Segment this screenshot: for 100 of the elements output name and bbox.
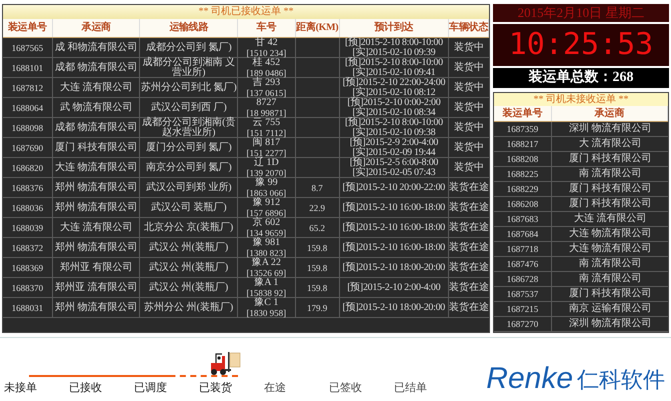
phone-number: [151 2277] bbox=[246, 148, 286, 158]
table-cell: 武汉公司到郑 业所) bbox=[140, 178, 238, 197]
table-cell: 1687215 bbox=[494, 302, 552, 316]
table-cell: 1688372 bbox=[3, 238, 53, 257]
phone-number: [1863 066] bbox=[246, 188, 286, 198]
table-cell: 郑州亚 流有限公司 bbox=[52, 278, 140, 297]
table-cell: 1687690 bbox=[3, 138, 53, 157]
table-cell-text: 装货中 bbox=[453, 100, 486, 114]
table-cell: 郑州 物流有限公司 bbox=[52, 178, 140, 197]
table-cell-text: 装货在途 bbox=[449, 260, 489, 274]
table-cell: 1688225 bbox=[494, 167, 552, 181]
table-cell: 1688217 bbox=[494, 137, 552, 151]
table-cell: 南京分公司到 氮厂) bbox=[140, 158, 238, 177]
table-cell-text: 大 流有限公司 bbox=[578, 137, 642, 151]
planned-arrival: [预]2015-2-10 16:00-18:00 bbox=[342, 202, 445, 212]
phone-number: [18 99871] bbox=[246, 108, 286, 118]
phone-number: [139 2070] bbox=[246, 168, 286, 178]
table-cell: 武汉公 州(装瓶厂) bbox=[140, 258, 238, 277]
column-header: 承运商 bbox=[52, 19, 140, 37]
step-label: 已接收 bbox=[69, 381, 102, 395]
phone-number: [157 6896] bbox=[246, 208, 286, 218]
table-cell: 8.7 bbox=[296, 178, 340, 197]
planned-arrival: [预]2015-2-10 18:00-20:00 bbox=[342, 302, 445, 312]
table-cell-text: 厦门 科技有限公司 bbox=[568, 287, 652, 301]
table-cell-text: 装货在途 bbox=[449, 240, 489, 254]
table-cell-text: 厦门 科技有限公司 bbox=[568, 152, 652, 166]
table-cell-text: 装货在途 bbox=[449, 220, 489, 234]
table-cell-text: 大连 物流有限公司 bbox=[568, 242, 652, 256]
column-header: 运输线路 bbox=[140, 19, 238, 37]
plate-number: 豫 912 bbox=[252, 198, 280, 208]
plate-number: 甘 42 bbox=[255, 38, 278, 48]
forklift-icon bbox=[208, 351, 242, 377]
actual-arrival: [实]2015-02-09 19:44 bbox=[352, 148, 436, 158]
table-cell: 武 物流有限公司 bbox=[52, 98, 140, 117]
table-cell-text: 厦门 科技有限公司 bbox=[568, 197, 652, 211]
date-display: 2015年2月10日 星期二 bbox=[493, 4, 669, 22]
plate-number: 豫 99 bbox=[255, 178, 278, 188]
total-label: 装运单总数： bbox=[528, 68, 612, 87]
column-header: 装运单号 bbox=[3, 19, 53, 37]
digital-clock: 10:25:53 bbox=[493, 24, 669, 66]
step-label: 已签收 bbox=[329, 381, 362, 395]
table-cell-text: 深圳 物流有限公司 bbox=[568, 317, 652, 331]
actual-arrival: [实]2015-02-05 07:43 bbox=[352, 168, 436, 178]
plate-number: 辽 1D bbox=[254, 158, 279, 168]
planned-arrival: [预]2015-2-10 8:00-10:00 bbox=[344, 118, 443, 128]
table-cell-text: 装货中 bbox=[453, 80, 486, 94]
plate-number: 桂 452 bbox=[252, 58, 280, 68]
planned-arrival: [预]2015-2-10 8:00-10:00 bbox=[344, 58, 443, 68]
plate-number: 京 602 bbox=[252, 218, 280, 228]
table-cell-text: 装货在途 bbox=[449, 300, 489, 314]
plate-number: 8727 bbox=[256, 98, 276, 108]
table-cell: 1688369 bbox=[3, 258, 53, 277]
table-cell: 郑州 物流有限公司 bbox=[52, 198, 140, 217]
plate-number: 云 755 bbox=[252, 118, 280, 128]
table-title: ** 司机未接收运单 ** bbox=[494, 93, 668, 106]
table-cell: 1687812 bbox=[3, 78, 53, 97]
table-cell: 1688101 bbox=[3, 58, 53, 77]
table-title: ** 司机已接收运单 ** bbox=[3, 5, 489, 19]
planned-arrival: [预]2015-2-10 16:00-18:00 bbox=[342, 222, 445, 232]
table-cell: 1687270 bbox=[494, 317, 552, 331]
plate-number: 豫 981 bbox=[252, 238, 280, 248]
table-cell: 郑州亚 有限公司 bbox=[52, 258, 140, 277]
table-cell: 成都分公司到 氮厂) bbox=[140, 38, 238, 57]
phone-number: [134 9659] bbox=[246, 228, 286, 238]
table-cell-text: 大连 流有限公司 bbox=[572, 212, 648, 226]
table-cell: 1686728 bbox=[494, 272, 552, 286]
table-cell: 1688098 bbox=[3, 118, 53, 137]
plate-number: 豫A 1 bbox=[254, 278, 278, 288]
table-cell: 成都 物流有限公司 bbox=[52, 58, 140, 77]
actual-arrival: [实]2015-02-10 09:38 bbox=[352, 128, 436, 138]
table-cell: 1688064 bbox=[3, 98, 53, 117]
planned-arrival: [预]2015-2-10 8:00-10:00 bbox=[344, 38, 443, 48]
table-cell: 159.8 bbox=[296, 238, 340, 257]
step-label: 已装货 bbox=[199, 381, 232, 395]
table-cell: 苏州分公 州(装瓶厂) bbox=[140, 298, 238, 317]
phone-number: [151 7112] bbox=[246, 128, 286, 138]
table-cell-text: 大连 物流有限公司 bbox=[568, 227, 652, 241]
plate-number: 豫A 22 bbox=[252, 258, 281, 268]
step-label: 未接单 bbox=[4, 381, 37, 395]
table-cell: 1688208 bbox=[494, 152, 552, 166]
table-cell: 武汉公 州(装瓶厂) bbox=[140, 238, 238, 257]
step-label: 已结单 bbox=[394, 381, 427, 395]
plate-number: 闽 817 bbox=[252, 138, 280, 148]
table-cell: 厦门分公司到 氮厂) bbox=[140, 138, 238, 157]
planned-arrival: [预]2015-2-9 2:00-4:00 bbox=[350, 138, 438, 148]
table-cell: 1688229 bbox=[494, 182, 552, 196]
actual-arrival: [实]2015-02-10 09:41 bbox=[352, 68, 436, 78]
planned-arrival: [预]2015-2-10 20:00-22:00 bbox=[342, 182, 445, 192]
column-header: 距离(KM) bbox=[296, 19, 340, 37]
table-cell: 65.2 bbox=[296, 218, 340, 237]
table-cell: 179.9 bbox=[296, 298, 340, 317]
table-cell-text: 南京 运输有限公司 bbox=[568, 302, 652, 316]
logo-subtitle: 仁科软件 bbox=[577, 366, 665, 394]
table-cell: 1687683 bbox=[494, 212, 552, 226]
table-cell: 大连 流有限公司 bbox=[52, 78, 140, 97]
table-cell: 苏州分公司到北 氮厂) bbox=[140, 78, 238, 97]
table-cell: 1688031 bbox=[3, 298, 53, 317]
table-cell: 郑州 物流有限公司 bbox=[52, 238, 140, 257]
table-cell-text: 深圳 物流有限公司 bbox=[568, 122, 652, 136]
table-cell: 1687718 bbox=[494, 242, 552, 256]
